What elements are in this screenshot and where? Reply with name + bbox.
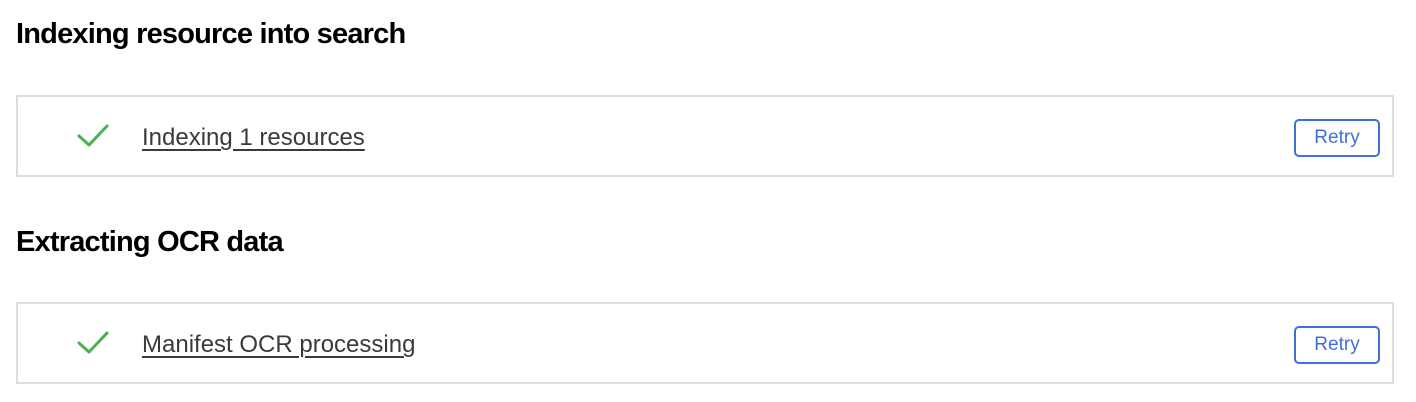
section-title-ocr: Extracting OCR data [16,226,284,258]
task-link-ocr[interactable]: Manifest OCR processing [142,331,415,359]
task-link-indexing[interactable]: Indexing 1 resources [142,124,365,152]
retry-button[interactable]: Retry [1294,326,1380,364]
task-row-indexing: Indexing 1 resources Retry [16,95,1394,177]
task-row-ocr: Manifest OCR processing Retry [16,302,1394,384]
retry-button[interactable]: Retry [1294,119,1380,157]
section-title-indexing: Indexing resource into search [16,18,406,50]
